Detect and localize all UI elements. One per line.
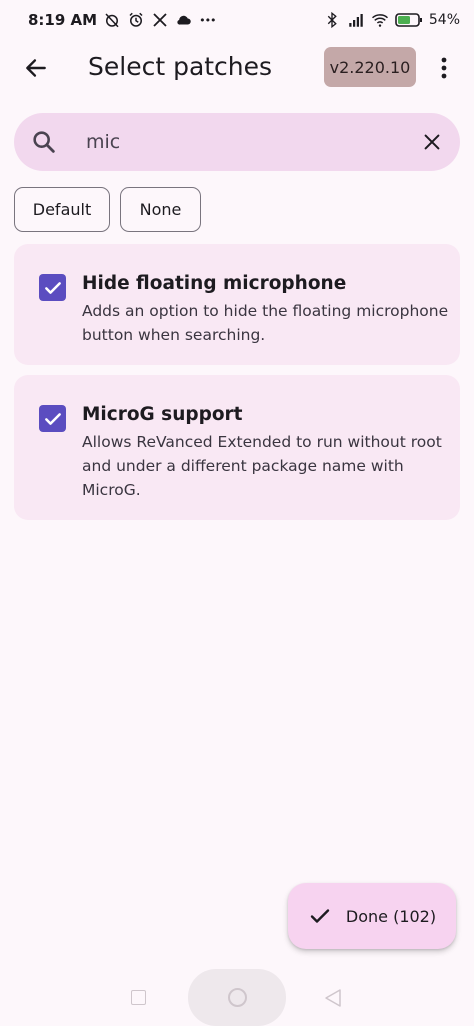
nav-back-button[interactable] bbox=[324, 988, 342, 1008]
search-input[interactable] bbox=[86, 125, 406, 159]
done-label: Done (102) bbox=[345, 906, 437, 926]
wifi-icon bbox=[371, 11, 389, 29]
patch-description: Adds an option to hide the floating micr… bbox=[82, 302, 449, 344]
back-button[interactable] bbox=[14, 46, 58, 90]
alarm-icon bbox=[127, 11, 145, 29]
alarm-off-icon bbox=[103, 11, 121, 29]
status-time: 8:19 AM bbox=[28, 11, 98, 29]
none-filter-button[interactable]: None bbox=[120, 187, 201, 232]
battery-percent: 54% bbox=[428, 12, 460, 28]
top-app-bar: Select patches v2.220.10 bbox=[0, 42, 474, 94]
patch-card-hide-floating-microphone[interactable]: Hide floating microphone Adds an option … bbox=[14, 244, 460, 365]
page-title: Select patches bbox=[88, 52, 273, 81]
patch-description: Allows ReVanced Extended to run without … bbox=[82, 433, 442, 499]
battery-icon bbox=[395, 11, 423, 29]
search-bar[interactable] bbox=[14, 113, 460, 171]
x-logo-icon bbox=[151, 11, 169, 29]
check-icon bbox=[310, 909, 330, 923]
patch-checkbox[interactable] bbox=[39, 405, 66, 432]
arrow-back-icon bbox=[26, 59, 46, 77]
cloud-icon bbox=[175, 11, 193, 29]
status-left: 8:19 AM ••• bbox=[28, 11, 217, 29]
clear-search-button[interactable] bbox=[416, 126, 448, 158]
check-icon bbox=[44, 412, 61, 425]
home-button[interactable] bbox=[228, 988, 247, 1007]
close-icon bbox=[424, 134, 440, 150]
version-badge[interactable]: v2.220.10 bbox=[324, 47, 416, 87]
search-icon bbox=[33, 131, 55, 153]
more-options-button[interactable] bbox=[426, 46, 462, 90]
check-icon bbox=[44, 281, 61, 294]
more-vert-icon bbox=[441, 57, 447, 79]
patch-name: MicroG support bbox=[82, 404, 243, 425]
status-right: 54% bbox=[323, 11, 460, 29]
signal-icon bbox=[347, 11, 365, 29]
status-bar: 8:19 AM ••• 54% bbox=[0, 0, 474, 40]
done-fab[interactable]: Done (102) bbox=[288, 883, 456, 949]
recents-button[interactable] bbox=[131, 990, 146, 1005]
patch-checkbox[interactable] bbox=[39, 274, 66, 301]
bluetooth-icon bbox=[323, 11, 341, 29]
patch-card-microg-support[interactable]: MicroG support Allows ReVanced Extended … bbox=[14, 375, 460, 520]
patch-name: Hide floating microphone bbox=[82, 273, 347, 294]
more-notifications-icon: ••• bbox=[199, 13, 216, 27]
default-filter-button[interactable]: Default bbox=[14, 187, 110, 232]
